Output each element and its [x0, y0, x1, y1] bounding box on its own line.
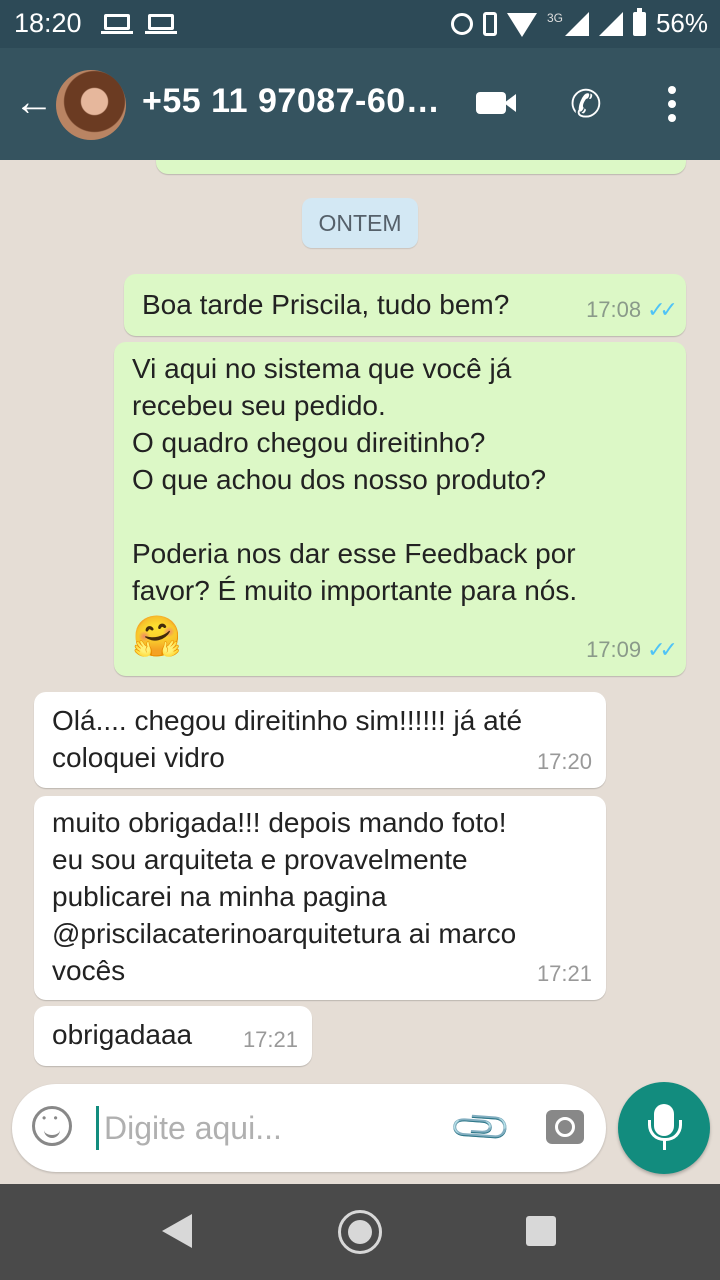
message-time: 17:08 [586, 297, 642, 322]
emoji-icon[interactable] [32, 1106, 72, 1146]
message-composer: 📎 [12, 1084, 606, 1172]
message-time: 17:20 [536, 749, 592, 774]
nav-recent-apps-icon[interactable] [526, 1216, 556, 1246]
avatar[interactable] [56, 70, 126, 140]
message-bubble[interactable]: Olá.... chegou direitinho sim!!!!!! já a… [34, 692, 606, 788]
battery-level: 56% [655, 8, 708, 38]
laptop-icon [145, 14, 177, 34]
message-bubble[interactable]: obrigadaaa 17:21 [34, 1006, 312, 1066]
message-bubble[interactable]: muito obrigada!!! depois mando foto! eu … [34, 796, 606, 1000]
wifi-icon [506, 12, 537, 37]
message-line: eu sou arquiteta e provavelmente [52, 844, 468, 875]
message-line: vocês [52, 955, 126, 986]
message-line: Olá.... chegou direitinho sim!!!!!! já a… [52, 705, 523, 736]
battery-icon [632, 7, 646, 36]
message-line: muito obrigada!!! depois mando foto! [52, 807, 507, 838]
signal-icon [564, 11, 589, 36]
message-time: 17:21 [536, 961, 592, 986]
alarm-icon [450, 12, 473, 35]
microphone-icon [648, 1104, 682, 1150]
message-line: publicarei na minha pagina [52, 881, 387, 912]
message-time: 17:09 [586, 637, 642, 662]
status-bar: 18:20 3G 56% [0, 0, 720, 48]
chat-area[interactable]: ONTEM Boa tarde Priscila, tudo bem? 17:0… [0, 160, 720, 1080]
phone-icon[interactable]: ✆ [570, 82, 602, 127]
message-line: Poderia nos dar esse Feedback por [132, 538, 576, 569]
status-time: 18:20 [14, 8, 82, 38]
video-call-icon[interactable] [476, 92, 516, 114]
read-ticks-icon: ✓✓ [647, 637, 678, 662]
message-meta: 17:08 ✓✓ [586, 291, 678, 328]
chat-header: ← +55 11 97087-60… ✆ [0, 48, 720, 160]
nav-back-icon[interactable] [162, 1214, 192, 1248]
message-line: @priscilacaterinoarquitetura ai marco [52, 918, 517, 949]
signal-icon [598, 11, 623, 36]
more-options-icon[interactable] [668, 86, 676, 128]
camera-icon[interactable] [546, 1110, 584, 1144]
message-time: 17:21 [242, 1027, 298, 1052]
message-bubble-partial [156, 160, 686, 174]
laptop-icon [101, 14, 133, 34]
message-input[interactable] [102, 1102, 446, 1154]
message-text: Boa tarde Priscila, tudo bem? [142, 289, 510, 320]
back-arrow-icon[interactable]: ← [14, 82, 54, 122]
message-line: Vi aqui no sistema que você já [132, 353, 512, 384]
message-meta: 17:09 ✓✓ [586, 631, 678, 668]
message-line: O que achou dos nosso produto? [132, 464, 547, 495]
contact-name[interactable]: +55 11 97087-60… [142, 82, 440, 121]
text-cursor [96, 1106, 99, 1150]
attach-icon[interactable]: 📎 [447, 1093, 515, 1161]
date-chip: ONTEM [302, 198, 418, 248]
mic-button[interactable] [618, 1082, 710, 1174]
navigation-bar [0, 1184, 720, 1280]
message-line [132, 498, 668, 535]
read-ticks-icon: ✓✓ [647, 297, 678, 322]
message-text: obrigadaaa [52, 1019, 193, 1050]
message-line: coloquei vidro [52, 742, 225, 773]
vibrate-icon [482, 11, 497, 36]
message-bubble[interactable]: Boa tarde Priscila, tudo bem? 17:08 ✓✓ [124, 274, 686, 336]
network-type: 3G [546, 10, 563, 25]
message-line: favor? É muito importante para nós. [132, 575, 578, 606]
message-line: recebeu seu pedido. [132, 390, 386, 421]
message-bubble[interactable]: Vi aqui no sistema que você já recebeu s… [114, 342, 686, 676]
nav-home-icon[interactable] [338, 1210, 382, 1254]
message-line: O quadro chegou direitinho? [132, 427, 486, 458]
